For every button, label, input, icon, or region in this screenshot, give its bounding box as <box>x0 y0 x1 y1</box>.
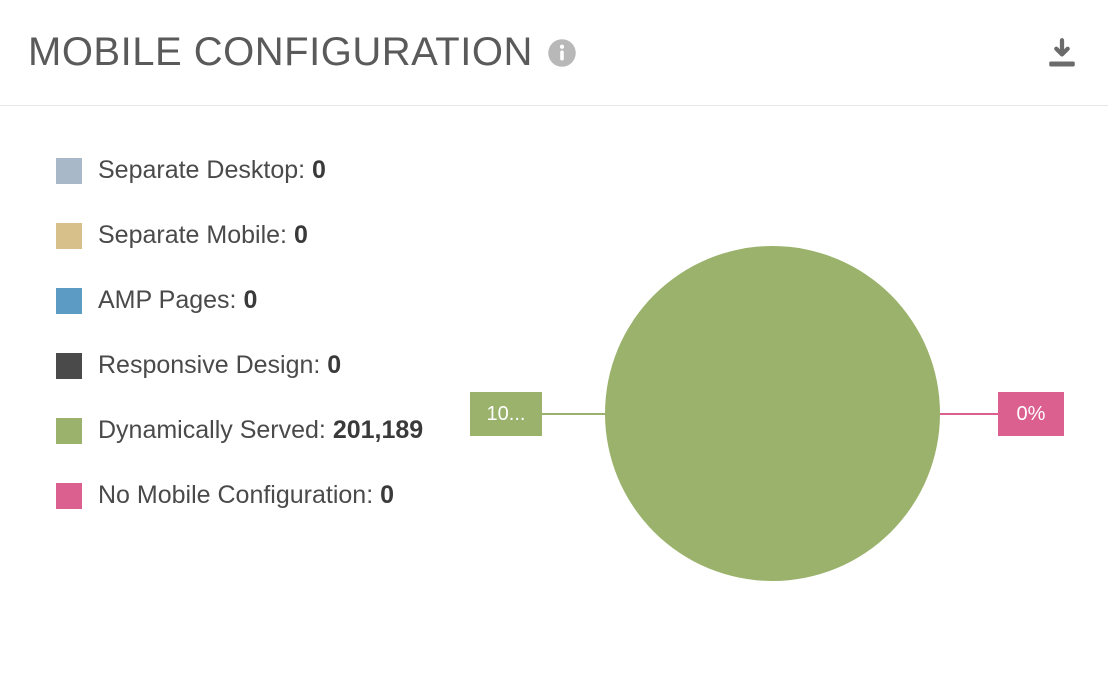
swatch <box>56 353 82 379</box>
legend-label: AMP Pages: <box>98 286 243 314</box>
legend-item-responsive-design[interactable]: Responsive Design: 0 <box>56 351 470 380</box>
legend-text: Separate Desktop: 0 <box>98 156 326 185</box>
legend-value: 0 <box>380 481 394 509</box>
swatch <box>56 158 82 184</box>
legend-value: 0 <box>327 351 341 379</box>
swatch <box>56 483 82 509</box>
pie-callout-right: 0% <box>940 392 1064 436</box>
legend-value: 201,189 <box>333 416 423 444</box>
callout-box: 0% <box>998 392 1064 436</box>
legend-label: Responsive Design: <box>98 351 327 379</box>
legend-label: No Mobile Configuration: <box>98 481 380 509</box>
legend-text: AMP Pages: 0 <box>98 286 257 315</box>
legend-item-no-mobile-config[interactable]: No Mobile Configuration: 0 <box>56 481 470 510</box>
legend-value: 0 <box>243 286 257 314</box>
swatch <box>56 223 82 249</box>
pie-slice-dynamically-served[interactable] <box>605 246 940 581</box>
page-title: MOBILE CONFIGURATION <box>28 30 533 75</box>
pie-callout-left: 10... <box>470 392 605 436</box>
legend-text: Dynamically Served: 201,189 <box>98 416 423 445</box>
legend-item-amp-pages[interactable]: AMP Pages: 0 <box>56 286 470 315</box>
legend-item-separate-desktop[interactable]: Separate Desktop: 0 <box>56 156 470 185</box>
callout-line <box>940 413 998 415</box>
legend-value: 0 <box>294 221 308 249</box>
legend-text: No Mobile Configuration: 0 <box>98 481 394 510</box>
legend-item-dynamically-served[interactable]: Dynamically Served: 201,189 <box>56 416 470 445</box>
info-icon[interactable] <box>547 38 577 68</box>
legend-label: Separate Mobile: <box>98 221 294 249</box>
swatch <box>56 288 82 314</box>
pie-chart: 10... 0% <box>470 146 1108 666</box>
swatch <box>56 418 82 444</box>
header: MOBILE CONFIGURATION <box>0 0 1108 106</box>
legend-text: Responsive Design: 0 <box>98 351 341 380</box>
legend-text: Separate Mobile: 0 <box>98 221 308 250</box>
legend-label: Dynamically Served: <box>98 416 333 444</box>
callout-box: 10... <box>470 392 542 436</box>
title-wrap: MOBILE CONFIGURATION <box>28 30 577 75</box>
legend: Separate Desktop: 0 Separate Mobile: 0 A… <box>0 146 470 666</box>
legend-label: Separate Desktop: <box>98 156 312 184</box>
download-icon[interactable] <box>1044 35 1080 71</box>
legend-value: 0 <box>312 156 326 184</box>
legend-item-separate-mobile[interactable]: Separate Mobile: 0 <box>56 221 470 250</box>
body: Separate Desktop: 0 Separate Mobile: 0 A… <box>0 106 1108 666</box>
callout-line <box>542 413 605 415</box>
